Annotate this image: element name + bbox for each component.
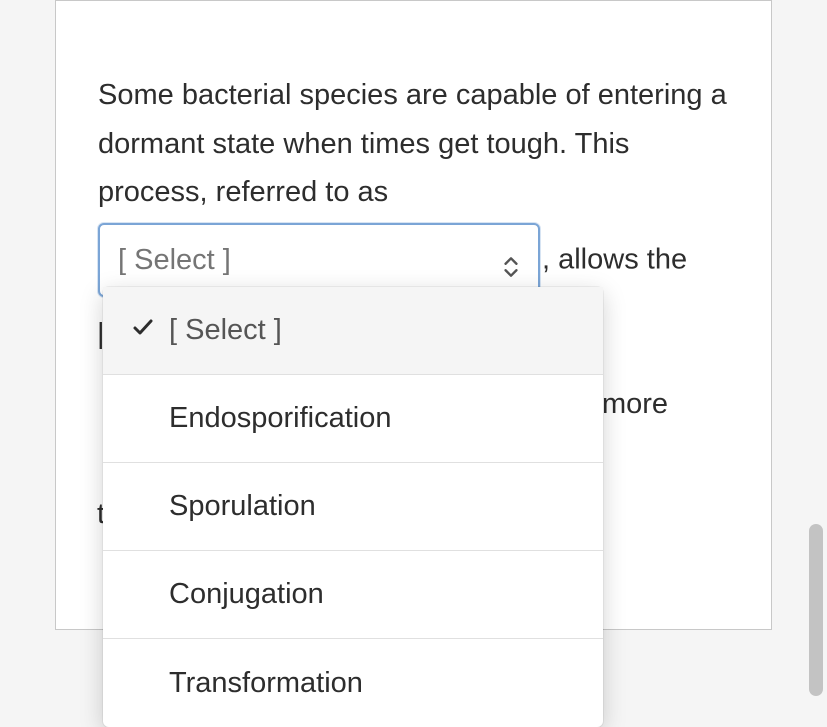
option-label: Endosporification	[169, 402, 391, 435]
chevron-updown-icon	[502, 247, 520, 273]
dropdown-option-select[interactable]: [ Select ]	[103, 287, 603, 375]
question-text: Some bacterial species are capable of en…	[98, 71, 731, 297]
option-label: [ Select ]	[169, 314, 282, 347]
check-icon	[131, 314, 155, 347]
check-slot	[131, 314, 169, 347]
question-text-before: Some bacterial species are capable of en…	[98, 79, 727, 208]
scrollbar-thumb[interactable]	[809, 524, 823, 696]
option-label: Conjugation	[169, 578, 324, 611]
option-label: Transformation	[169, 667, 363, 700]
option-label: Sporulation	[169, 490, 316, 523]
select-placeholder: [ Select ]	[118, 236, 231, 285]
dropdown-option-transformation[interactable]: Transformation	[103, 639, 603, 727]
dropdown-option-sporulation[interactable]: Sporulation	[103, 463, 603, 551]
question-text-after: , allows the	[542, 244, 687, 276]
dropdown-menu: [ Select ] Endosporification Sporulation…	[103, 287, 603, 727]
dropdown-option-endosporification[interactable]: Endosporification	[103, 375, 603, 463]
dropdown-option-conjugation[interactable]: Conjugation	[103, 551, 603, 639]
